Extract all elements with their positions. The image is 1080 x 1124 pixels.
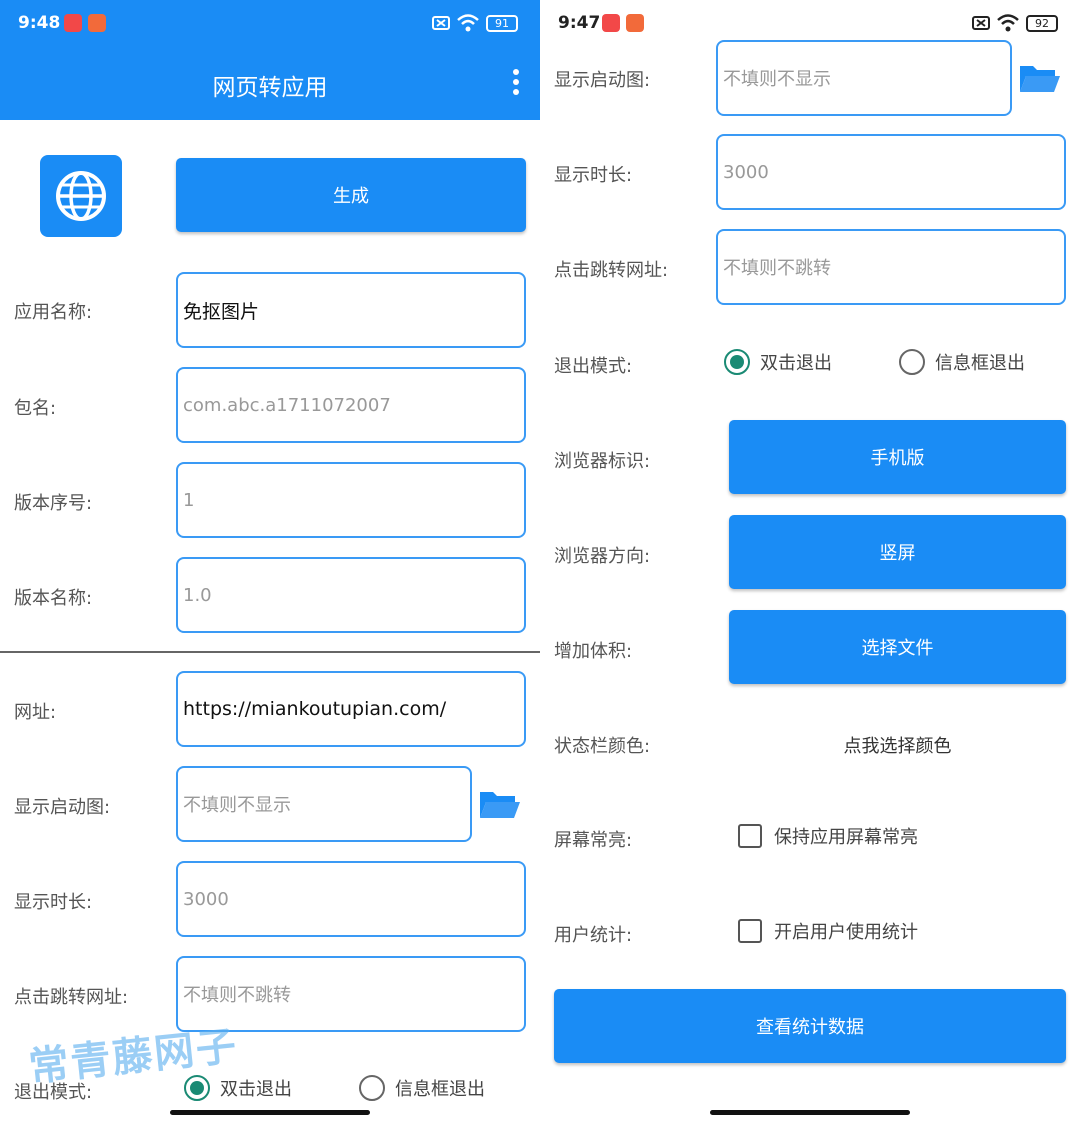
exit-mode-label: 退出模式: (554, 356, 633, 377)
radio-dialog-exit[interactable]: 信息框退出 (359, 1075, 485, 1101)
splash-label: 显示启动图: (14, 797, 111, 818)
splash-label: 显示启动图: (554, 70, 651, 91)
version-code-label: 版本序号: (14, 493, 93, 514)
user-stats-checkbox[interactable]: 开启用户使用统计 (738, 918, 918, 944)
browser-orientation-label: 浏览器方向: (554, 546, 651, 567)
app-toolbar: 网页转应用 (0, 48, 540, 120)
checkbox-label: 保持应用屏幕常亮 (774, 827, 918, 848)
generate-button[interactable]: 生成 (176, 158, 526, 232)
duration-label: 显示时长: (554, 165, 633, 186)
app-icon[interactable] (40, 155, 122, 237)
radio-label: 双击退出 (220, 1079, 292, 1100)
url-field[interactable]: https://miankoutupian.com/ (176, 671, 526, 747)
add-size-label: 增加体积: (554, 641, 633, 662)
signal-off-icon (432, 16, 450, 30)
app-name-field[interactable]: 免抠图片 (176, 272, 526, 348)
version-name-field[interactable]: 1.0 (176, 557, 526, 633)
checkbox-label: 开启用户使用统计 (774, 922, 918, 943)
right-screen: 9:47 92 显示启动图: 不填则不显示 显示时长: 3000 点击跳转网址:… (540, 0, 1080, 1124)
radio-double-click-exit[interactable]: 双击退出 (184, 1075, 292, 1101)
user-stats-label: 用户统计: (554, 925, 633, 946)
battery-level: 91 (495, 17, 509, 30)
status-bar: 9:48 91 (0, 0, 540, 48)
signal-off-icon (972, 16, 990, 30)
view-stats-button[interactable]: 查看统计数据 (554, 989, 1066, 1063)
radio-unchecked-icon (359, 1075, 385, 1101)
radio-label: 信息框退出 (935, 353, 1025, 374)
choose-color-link[interactable]: 点我选择颜色 (729, 732, 1066, 758)
browser-orientation-button[interactable]: 竖屏 (729, 515, 1066, 589)
statusbar-color-label: 状态栏颜色: (554, 736, 651, 757)
url-label: 网址: (14, 702, 57, 723)
battery-icon: 91 (486, 15, 518, 32)
app-name-label: 应用名称: (14, 302, 93, 323)
checkbox-unchecked-icon (738, 824, 762, 848)
duration-label: 显示时长: (14, 892, 93, 913)
duration-field[interactable]: 3000 (176, 861, 526, 937)
checkbox-unchecked-icon (738, 919, 762, 943)
click-url-field[interactable]: 不填则不跳转 (716, 229, 1066, 305)
status-time: 9:48 (18, 13, 61, 33)
section-divider (0, 651, 540, 653)
radio-label: 信息框退出 (395, 1079, 485, 1100)
version-code-field[interactable]: 1 (176, 462, 526, 538)
select-file-button[interactable]: 选择文件 (729, 610, 1066, 684)
wifi-icon (457, 14, 479, 32)
battery-level: 92 (1035, 17, 1049, 30)
radio-unchecked-icon (899, 349, 925, 375)
package-field[interactable]: com.abc.a1711072007 (176, 367, 526, 443)
browser-ua-label: 浏览器标识: (554, 451, 651, 472)
click-url-label: 点击跳转网址: (14, 987, 129, 1008)
left-screen: 9:48 91 网页转应用 生成 应用名称: 免抠图片 包名: com.abc.… (0, 0, 540, 1124)
wifi-icon (997, 14, 1019, 32)
keep-screen-on-checkbox[interactable]: 保持应用屏幕常亮 (738, 823, 918, 849)
radio-checked-icon (724, 349, 750, 375)
globe-icon (56, 171, 106, 221)
splash-field[interactable]: 不填则不显示 (716, 40, 1012, 116)
click-url-label: 点击跳转网址: (554, 260, 669, 281)
status-time: 9:47 (558, 13, 601, 33)
page-title: 网页转应用 (212, 75, 328, 101)
folder-open-icon[interactable] (1018, 60, 1062, 96)
screen-on-label: 屏幕常亮: (554, 830, 633, 851)
notification-app-icon (602, 14, 620, 32)
folder-open-icon[interactable] (478, 786, 522, 822)
more-options-icon[interactable] (510, 69, 522, 99)
home-indicator[interactable] (710, 1110, 910, 1115)
radio-double-click-exit[interactable]: 双击退出 (724, 349, 832, 375)
radio-checked-icon (184, 1075, 210, 1101)
splash-field[interactable]: 不填则不显示 (176, 766, 472, 842)
package-label: 包名: (14, 398, 57, 419)
notification-app-icon (626, 14, 644, 32)
browser-ua-button[interactable]: 手机版 (729, 420, 1066, 494)
duration-field[interactable]: 3000 (716, 134, 1066, 210)
version-name-label: 版本名称: (14, 588, 93, 609)
radio-label: 双击退出 (760, 353, 832, 374)
notification-app-icon (88, 14, 106, 32)
home-indicator[interactable] (170, 1110, 370, 1115)
battery-icon: 92 (1026, 15, 1058, 32)
notification-app-icon (64, 14, 82, 32)
radio-dialog-exit[interactable]: 信息框退出 (899, 349, 1025, 375)
